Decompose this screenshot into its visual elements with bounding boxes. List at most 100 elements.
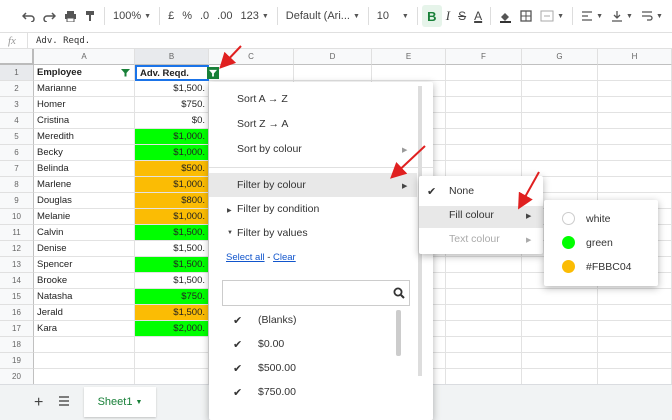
percent-button[interactable]: % xyxy=(178,5,196,27)
empty-cell[interactable] xyxy=(446,273,522,289)
check-icon[interactable]: ✔ xyxy=(233,314,242,327)
empty-cell[interactable] xyxy=(598,113,672,129)
filter-value-item[interactable]: $750.00 xyxy=(258,386,296,398)
cell-employee[interactable]: Calvin xyxy=(34,225,135,241)
cell-employee[interactable]: Meredith xyxy=(34,129,135,145)
empty-cell[interactable] xyxy=(34,337,135,353)
empty-cell[interactable] xyxy=(446,369,522,385)
empty-cell[interactable] xyxy=(34,353,135,369)
row-header[interactable]: 11 xyxy=(0,225,34,241)
empty-cell[interactable] xyxy=(598,177,672,193)
cell-adv-reqd[interactable]: $1,000. xyxy=(135,209,209,225)
cell-employee[interactable]: Becky xyxy=(34,145,135,161)
cell-employee[interactable]: Jerald xyxy=(34,305,135,321)
empty-cell[interactable] xyxy=(446,353,522,369)
values-scrollbar[interactable] xyxy=(396,310,401,356)
row-header[interactable]: 4 xyxy=(0,113,34,129)
column-header-c[interactable]: C xyxy=(209,49,294,65)
row-header[interactable]: 20 xyxy=(0,369,34,385)
empty-cell[interactable] xyxy=(135,369,209,385)
borders-icon[interactable] xyxy=(516,5,536,27)
print-icon[interactable] xyxy=(60,5,81,27)
filter-icon[interactable] xyxy=(121,68,130,77)
valign-bottom-icon[interactable]: ▼ xyxy=(607,5,637,27)
cell-employee[interactable]: Belinda xyxy=(34,161,135,177)
empty-cell[interactable] xyxy=(209,65,294,81)
empty-cell[interactable] xyxy=(446,305,522,321)
all-sheets-icon[interactable] xyxy=(58,396,70,409)
row-header[interactable]: 7 xyxy=(0,161,34,177)
empty-cell[interactable] xyxy=(522,81,598,97)
row-header[interactable]: 1 xyxy=(0,65,34,81)
menu-item-none[interactable]: None xyxy=(449,185,474,197)
menu-item-sort-by-colour[interactable]: Sort by colour xyxy=(237,143,302,155)
empty-cell[interactable] xyxy=(522,369,598,385)
row-header[interactable]: 19 xyxy=(0,353,34,369)
redo-icon[interactable] xyxy=(39,5,60,27)
column-header-h[interactable]: H xyxy=(598,49,672,65)
fill-color-icon[interactable] xyxy=(495,5,516,27)
empty-cell[interactable] xyxy=(598,65,672,81)
column-header-a[interactable]: A xyxy=(34,49,135,65)
cell-adv-reqd[interactable]: $1,500. xyxy=(135,305,209,321)
empty-cell[interactable] xyxy=(522,305,598,321)
filter-active-button[interactable] xyxy=(207,67,219,79)
empty-cell[interactable] xyxy=(598,161,672,177)
cell-employee[interactable]: Douglas xyxy=(34,193,135,209)
header-cell-adv-reqd[interactable]: Adv. Reqd. xyxy=(135,65,209,81)
cell-adv-reqd[interactable]: $500. xyxy=(135,161,209,177)
empty-cell[interactable] xyxy=(446,129,522,145)
check-icon[interactable]: ✔ xyxy=(233,386,242,399)
fill-colour-option[interactable]: white xyxy=(586,213,611,225)
italic-button[interactable]: I xyxy=(442,5,454,27)
currency-button[interactable]: £ xyxy=(164,5,178,27)
empty-cell[interactable] xyxy=(135,337,209,353)
empty-cell[interactable] xyxy=(446,113,522,129)
cell-employee[interactable]: Homer xyxy=(34,97,135,113)
cell-adv-reqd[interactable]: $1,000. xyxy=(135,145,209,161)
cell-employee[interactable]: Spencer xyxy=(34,257,135,273)
strikethrough-button[interactable]: S xyxy=(454,5,470,27)
empty-cell[interactable] xyxy=(598,305,672,321)
cell-employee[interactable]: Kara xyxy=(34,321,135,337)
cell-employee[interactable]: Denise xyxy=(34,241,135,257)
empty-cell[interactable] xyxy=(446,65,522,81)
cell-adv-reqd[interactable]: $1,500. xyxy=(135,273,209,289)
row-header[interactable]: 6 xyxy=(0,145,34,161)
cell-adv-reqd[interactable]: $1,500. xyxy=(135,241,209,257)
empty-cell[interactable] xyxy=(598,289,672,305)
empty-cell[interactable] xyxy=(598,369,672,385)
fill-colour-option[interactable]: green xyxy=(586,237,613,249)
empty-cell[interactable] xyxy=(34,369,135,385)
menu-item-sort-az[interactable]: Sort A → Z xyxy=(237,93,288,105)
check-icon[interactable]: ✔ xyxy=(233,362,242,375)
empty-cell[interactable] xyxy=(598,321,672,337)
empty-cell[interactable] xyxy=(446,81,522,97)
font-select[interactable]: Default (Ari... ▼ xyxy=(282,5,364,27)
menu-item-filter-by-condition[interactable]: Filter by condition xyxy=(237,203,319,215)
filter-value-item[interactable]: $0.00 xyxy=(258,338,284,350)
row-header[interactable]: 13 xyxy=(0,257,34,273)
row-header[interactable]: 9 xyxy=(0,193,34,209)
decimal-decrease-button[interactable]: .0 xyxy=(196,5,213,27)
row-header[interactable]: 16 xyxy=(0,305,34,321)
empty-cell[interactable] xyxy=(522,65,598,81)
empty-cell[interactable] xyxy=(446,337,522,353)
empty-cell[interactable] xyxy=(522,337,598,353)
font-size-select[interactable]: 10 ▼ xyxy=(373,5,413,27)
row-header[interactable]: 12 xyxy=(0,241,34,257)
text-color-button[interactable]: A xyxy=(470,5,486,27)
empty-cell[interactable] xyxy=(598,353,672,369)
menu-item-filter-by-values[interactable]: Filter by values xyxy=(237,227,308,239)
row-header[interactable]: 8 xyxy=(0,177,34,193)
cell-adv-reqd[interactable]: $750. xyxy=(135,97,209,113)
column-header-e[interactable]: E xyxy=(372,49,446,65)
cell-adv-reqd[interactable]: $1,000. xyxy=(135,177,209,193)
cell-adv-reqd[interactable]: $1,500. xyxy=(135,257,209,273)
empty-cell[interactable] xyxy=(598,145,672,161)
empty-cell[interactable] xyxy=(446,321,522,337)
select-all-link[interactable]: Select all xyxy=(226,252,265,263)
zoom-select[interactable]: 100% ▼ xyxy=(109,5,155,27)
empty-cell[interactable] xyxy=(446,145,522,161)
row-header[interactable]: 3 xyxy=(0,97,34,113)
